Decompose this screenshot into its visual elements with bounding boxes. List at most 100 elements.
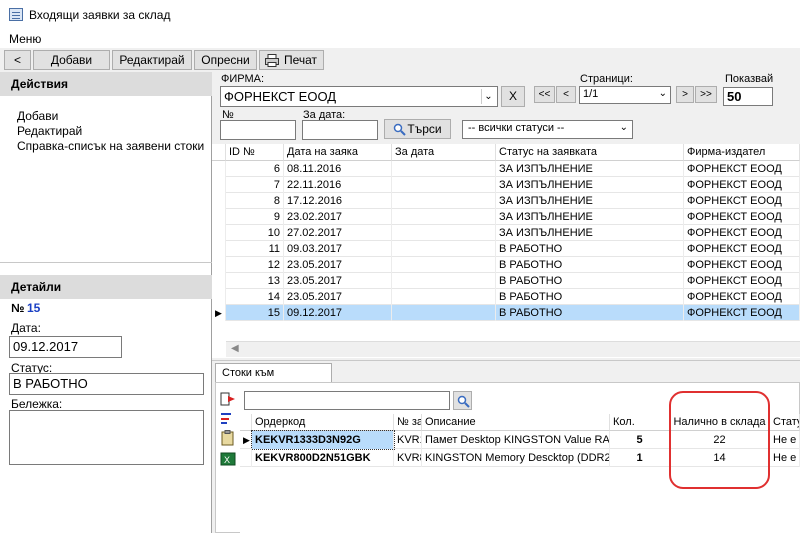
cell-firm: ФОРНЕКСТ ЕООД (684, 273, 800, 289)
table-row[interactable]: 9 23.02.2017 ЗА ИЗПЪЛНЕНИЕ ФОРНЕКСТ ЕООД (212, 209, 800, 225)
title-bar: Входящи заявки за склад (0, 0, 800, 30)
note-field[interactable] (9, 410, 204, 465)
cell-date: 09.12.2017 (284, 305, 392, 321)
cell-for_date (392, 289, 496, 305)
horizontal-scrollbar[interactable]: ◀ (226, 341, 800, 357)
cell-for_date (392, 193, 496, 209)
cell-date: 22.11.2016 (284, 177, 392, 193)
page-select[interactable]: 1/1 ⌄ (579, 86, 671, 104)
cell-status: ЗА ИЗПЪЛНЕНИЕ (496, 209, 684, 225)
stock-highlight-outline (669, 391, 770, 489)
cell-for_date (392, 209, 496, 225)
cell-for_date (392, 161, 496, 177)
table-row[interactable]: 7 22.11.2016 ЗА ИЗПЪЛНЕНИЕ ФОРНЕКСТ ЕООД (212, 177, 800, 193)
cell-id: 10 (226, 225, 284, 241)
row-selector (212, 241, 226, 257)
cell-status: ЗА ИЗПЪЛНЕНИЕ (496, 177, 684, 193)
no-field[interactable] (220, 120, 296, 140)
col-status[interactable]: Статус на заявката (496, 144, 684, 161)
next-page-button[interactable]: > (676, 86, 694, 103)
table-row[interactable]: 6 08.11.2016 ЗА ИЗПЪЛНЕНИЕ ФОРНЕКСТ ЕООД (212, 161, 800, 177)
col-date[interactable]: Дата на заяка (284, 144, 392, 161)
table-row[interactable]: 12 23.05.2017 В РАБОТНО ФОРНЕКСТ ЕООД (212, 257, 800, 273)
items-row-header-corner (240, 414, 252, 431)
scroll-left-icon[interactable]: ◀ (231, 343, 239, 354)
search-button[interactable]: Търси (384, 119, 451, 139)
cell-desc: Памет Desktop KINGSTON Value RAM (DI (422, 431, 610, 449)
table-row[interactable]: ▶ 15 09.12.2017 В РАБОТНО ФОРНЕКСТ ЕООД (212, 305, 800, 321)
last-page-button[interactable]: >> (695, 86, 717, 103)
table-row[interactable]: 13 23.05.2017 В РАБОТНО ФОРНЕКСТ ЕООД (212, 273, 800, 289)
for-date-field[interactable] (302, 120, 378, 140)
excel-icon[interactable]: X (220, 451, 236, 467)
pages-label: Страници: (580, 73, 633, 85)
cell-id: 13 (226, 273, 284, 289)
row-selector: ▶ (212, 305, 226, 321)
col-description[interactable]: Описание (422, 414, 610, 431)
edit-button[interactable]: Редактирай (112, 50, 192, 70)
cell-status: В РАБОТНО (496, 305, 684, 321)
col-ordercode[interactable]: Ордеркод (252, 414, 394, 431)
sort-icon[interactable] (220, 411, 236, 425)
cell-for_date (392, 225, 496, 241)
first-page-button[interactable]: << (534, 86, 555, 103)
cell-date: 17.12.2016 (284, 193, 392, 209)
row-selector: ▶ (240, 431, 252, 449)
date-label: Дата: (11, 321, 41, 335)
clear-firm-button[interactable]: X (501, 86, 525, 107)
date-field[interactable]: 09.12.2017 (9, 336, 122, 358)
status-field[interactable]: В РАБОТНО (9, 373, 204, 395)
cell-id: 11 (226, 241, 284, 257)
cell-firm: ФОРНЕКСТ ЕООД (684, 177, 800, 193)
cell-for_date (392, 177, 496, 193)
col-firm[interactable]: Фирма-издател (684, 144, 800, 161)
cell-for_date (392, 273, 496, 289)
refresh-button[interactable]: Опресни (194, 50, 257, 70)
col-id[interactable]: ID № (226, 144, 284, 161)
status-filter-value: -- всички статуси -- (468, 122, 565, 134)
items-search-input[interactable] (244, 391, 450, 410)
row-selector (212, 193, 226, 209)
cell-date: 23.02.2017 (284, 209, 392, 225)
export-red-icon[interactable] (220, 392, 236, 406)
firm-combo[interactable]: ФОРНЕКСТ ЕООД ⌄ (220, 86, 498, 107)
table-row[interactable]: 14 23.05.2017 В РАБОТНО ФОРНЕКСТ ЕООД (212, 289, 800, 305)
tab-items[interactable]: Стоки към документа (215, 363, 332, 391)
items-search-button[interactable] (453, 391, 472, 410)
col-qty[interactable]: Кол. (610, 414, 670, 431)
toolbar: < Добави Редактирай Опресни Печат (0, 48, 800, 72)
prev-page-button[interactable]: < (556, 86, 576, 103)
col-no[interactable]: № за (394, 414, 422, 431)
print-button[interactable]: Печат (259, 50, 324, 70)
table-row[interactable]: 11 09.03.2017 В РАБОТНО ФОРНЕКСТ ЕООД (212, 241, 800, 257)
action-add[interactable]: Добави (17, 109, 58, 123)
cell-date: 23.05.2017 (284, 273, 392, 289)
cell-status: Не е и: (770, 431, 800, 449)
print-label: Печат (283, 53, 318, 67)
table-row[interactable]: 8 17.12.2016 ЗА ИЗПЪЛНЕНИЕ ФОРНЕКСТ ЕООД (212, 193, 800, 209)
show-label: Показвай (725, 73, 774, 85)
cell-firm: ФОРНЕКСТ ЕООД (684, 241, 800, 257)
show-count-field[interactable]: 50 (723, 87, 773, 106)
back-button[interactable]: < (4, 50, 31, 70)
cell-id: 7 (226, 177, 284, 193)
window-title: Входящи заявки за склад (29, 8, 171, 22)
details-number: 15 (27, 301, 41, 315)
action-report[interactable]: Справка-списък на заявени стоки (17, 139, 204, 153)
cell-status: ЗА ИЗПЪЛНЕНИЕ (496, 193, 684, 209)
note-label: Бележка: (11, 397, 63, 411)
col-item-status[interactable]: Стату (770, 414, 800, 431)
actions-header: Действия (0, 72, 212, 96)
status-filter-select[interactable]: -- всички статуси -- ⌄ (462, 120, 633, 139)
menu-item[interactable]: Меню (9, 32, 41, 46)
table-row[interactable]: 10 27.02.2017 ЗА ИЗПЪЛНЕНИЕ ФОРНЕКСТ ЕООД (212, 225, 800, 241)
cell-date: 23.05.2017 (284, 289, 392, 305)
divider (0, 262, 212, 263)
cell-status: В РАБОТНО (496, 257, 684, 273)
col-for-date[interactable]: За дата (392, 144, 496, 161)
action-edit[interactable]: Редактирай (17, 124, 82, 138)
clipboard-icon[interactable] (220, 430, 236, 446)
chevron-down-icon: ⌄ (619, 122, 628, 133)
add-button[interactable]: Добави (33, 50, 110, 70)
cell-firm: ФОРНЕКСТ ЕООД (684, 161, 800, 177)
